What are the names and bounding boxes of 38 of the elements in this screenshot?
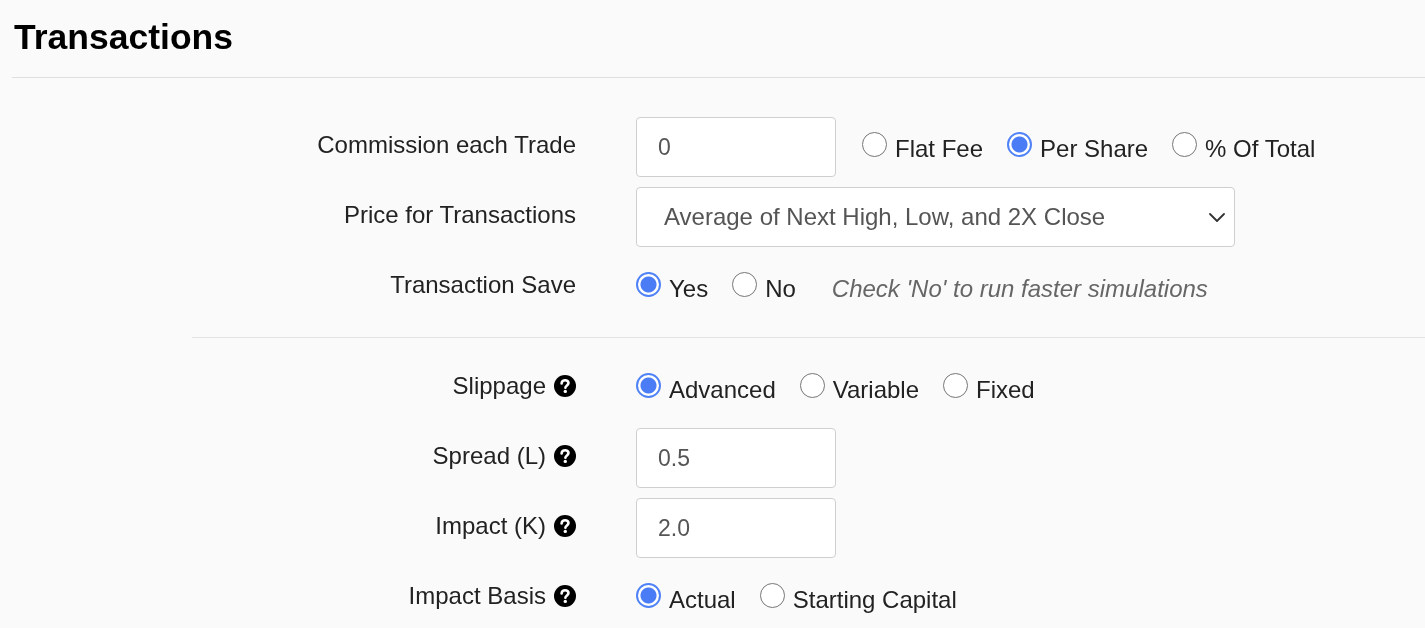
help-icon[interactable] xyxy=(554,585,576,607)
radio-button[interactable] xyxy=(636,582,661,608)
field-label: Slippage xyxy=(452,372,546,400)
radio-label[interactable]: Yes xyxy=(669,271,709,303)
input-field[interactable]: 0 xyxy=(636,117,836,177)
radio-label[interactable]: Actual xyxy=(669,582,736,614)
radio-button[interactable] xyxy=(636,372,661,398)
radio-button[interactable] xyxy=(732,271,758,297)
radio-label[interactable]: % Of Total xyxy=(1205,131,1316,163)
radio-label[interactable]: No xyxy=(765,271,796,303)
chevron-down-icon xyxy=(1209,212,1225,222)
page-title: Transactions xyxy=(13,16,234,59)
input-field[interactable]: 2.0 xyxy=(636,498,836,558)
radio-button[interactable] xyxy=(862,131,887,157)
help-icon[interactable] xyxy=(554,445,576,467)
radio-button[interactable] xyxy=(943,372,969,398)
field-label: Commission each Trade xyxy=(317,131,576,159)
help-icon[interactable] xyxy=(554,375,576,397)
field-label: Impact Basis xyxy=(408,582,546,610)
select-dropdown[interactable]: Average of Next High, Low, and 2X Close xyxy=(636,187,1235,247)
field-label: Spread (L) xyxy=(432,442,546,470)
field-label: Price for Transactions xyxy=(343,201,576,229)
radio-label[interactable]: Fixed xyxy=(976,372,1035,404)
radio-label[interactable]: Per Share xyxy=(1040,131,1149,163)
radio-button[interactable] xyxy=(636,271,661,297)
hint-text: Check 'No' to run faster simulations xyxy=(831,273,1208,303)
radio-label[interactable]: Advanced xyxy=(669,372,776,404)
radio-button[interactable] xyxy=(799,372,825,398)
field-label: Impact (K) xyxy=(435,512,546,540)
field-label: Transaction Save xyxy=(390,271,576,299)
input-field[interactable]: 0.5 xyxy=(636,428,836,488)
radio-button[interactable] xyxy=(759,582,785,608)
help-icon[interactable] xyxy=(554,515,576,537)
radio-button[interactable] xyxy=(1172,131,1198,157)
radio-button[interactable] xyxy=(1007,131,1033,157)
radio-label[interactable]: Flat Fee xyxy=(895,131,984,163)
radio-label[interactable]: Starting Capital xyxy=(792,582,957,614)
radio-label[interactable]: Variable xyxy=(832,372,920,404)
